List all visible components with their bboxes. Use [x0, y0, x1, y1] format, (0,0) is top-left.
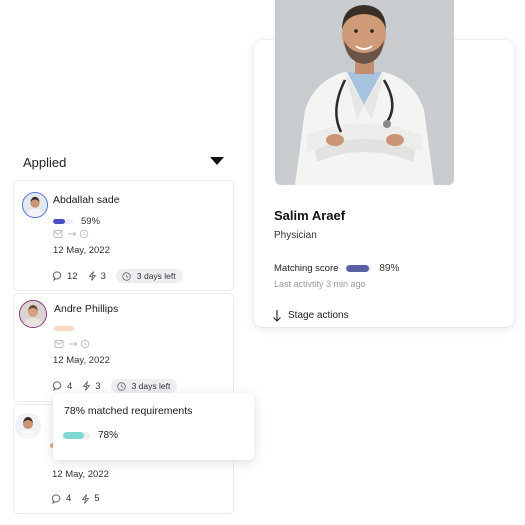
tooltip-text: 78% matched requirements	[64, 405, 193, 417]
comments-stat: 4	[52, 493, 71, 504]
column-title: Applied	[23, 155, 67, 170]
candidate-date: 12 May, 2022	[53, 355, 110, 366]
activity-stat: 5	[81, 493, 100, 504]
comments-count: 4	[66, 493, 72, 504]
candidate-name: Abdallah sade	[53, 194, 120, 206]
matching-score-value: 89%	[379, 262, 400, 274]
activity-stat: 3	[82, 380, 101, 392]
progress-value: 59%	[81, 216, 101, 227]
activity-stat: 3	[88, 271, 106, 282]
profile-role: Physician	[274, 230, 317, 241]
days-left-text: 3 days left	[131, 381, 171, 391]
stage-actions-button[interactable]: Stage actions	[272, 309, 349, 322]
activity-count: 5	[94, 493, 100, 504]
days-left-badge: 3 days left	[115, 269, 183, 283]
progress-bar	[53, 219, 73, 224]
clock-icon	[122, 271, 131, 281]
matching-score-bar	[346, 264, 372, 272]
activity-count: 3	[95, 380, 101, 392]
candidate-card[interactable]: Abdallah sade 59% 12 May, 2022 12 3 3 da…	[13, 180, 234, 291]
stage-flow	[54, 339, 94, 349]
tooltip-fill	[63, 432, 85, 439]
doctor-photo	[275, 0, 454, 185]
column-toggle-button[interactable]	[209, 155, 225, 167]
candidate-date: 12 May, 2022	[52, 469, 109, 480]
days-left-badge: 3 days left	[110, 379, 178, 393]
candidate-stats: 12 3 3 days left	[53, 269, 183, 283]
comment-icon	[53, 381, 62, 391]
stage-flow	[53, 229, 93, 239]
matching-score-row: Matching score 89%	[274, 262, 399, 274]
profile-name: Salim Araef	[274, 208, 346, 223]
bolt-icon	[82, 381, 91, 391]
progress-fill	[53, 219, 65, 224]
candidate-card[interactable]: Andre Phillips 12 May, 2022 4 3 3 days l…	[13, 293, 234, 402]
comment-icon	[53, 271, 62, 281]
candidate-progress: 59%	[53, 216, 100, 227]
tooltip-bar	[63, 432, 90, 439]
avatar	[15, 413, 41, 439]
candidate-stats: 4 5	[52, 493, 110, 504]
candidate-stats: 4 3 3 days left	[53, 379, 178, 393]
candidate-date: 12 May, 2022	[53, 245, 110, 256]
tooltip-progress: 78%	[63, 430, 118, 441]
avatar-image	[15, 413, 41, 439]
comments-stat: 12	[53, 271, 78, 282]
last-activity: Last activtity 3 min ago	[274, 279, 366, 289]
mail-to-clock-icon	[53, 229, 89, 239]
avatar	[19, 300, 47, 328]
mail-to-clock-icon	[54, 339, 90, 349]
comment-icon	[52, 494, 61, 504]
caret-down-icon	[210, 157, 224, 165]
match-tooltip: 78% matched requirements 78%	[53, 393, 254, 460]
stage-actions-label: Stage actions	[288, 310, 349, 321]
comments-count: 4	[67, 380, 73, 392]
clock-icon	[116, 381, 126, 391]
comments-count: 12	[67, 270, 78, 282]
tooltip-value: 78%	[98, 430, 119, 441]
avatar-image	[23, 193, 47, 217]
matching-score-label: Matching score	[274, 262, 339, 274]
comments-stat: 4	[53, 381, 72, 392]
progress-bar	[54, 326, 74, 331]
candidate-name: Andre Phillips	[54, 303, 119, 315]
activity-count: 3	[100, 270, 106, 282]
candidate-progress	[54, 326, 74, 331]
days-left-text: 3 days left	[136, 271, 176, 281]
bolt-icon	[81, 493, 90, 504]
avatar	[22, 192, 48, 218]
matching-score-fill	[346, 264, 369, 272]
bolt-icon	[88, 271, 96, 281]
doctor-illustration	[275, 0, 454, 185]
arrow-down-icon	[273, 310, 281, 322]
avatar-image	[20, 301, 46, 327]
